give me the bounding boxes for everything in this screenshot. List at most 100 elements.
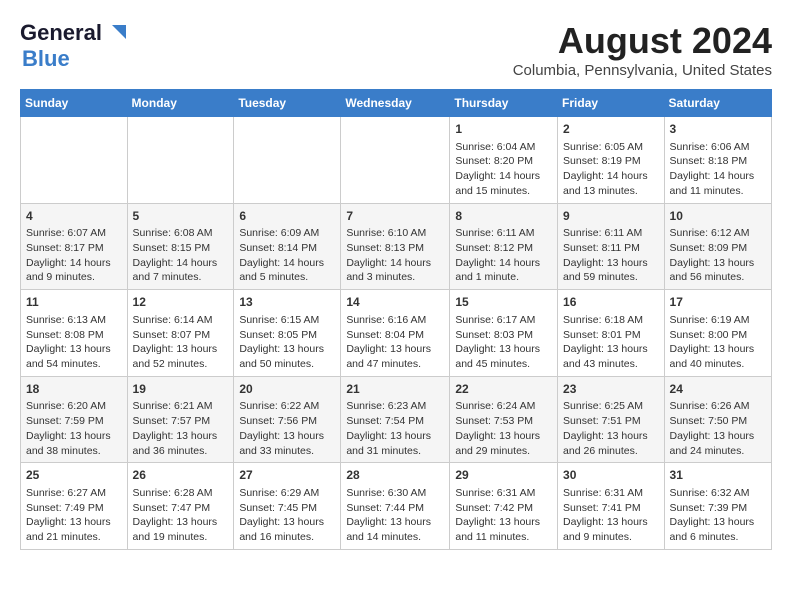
day-info: Sunset: 7:42 PM <box>455 501 552 516</box>
location-subtitle: Columbia, Pennsylvania, United States <box>513 62 772 79</box>
calendar-cell: 12Sunrise: 6:14 AMSunset: 8:07 PMDayligh… <box>127 290 234 377</box>
day-info: Sunrise: 6:07 AM <box>26 226 122 241</box>
calendar-cell: 25Sunrise: 6:27 AMSunset: 7:49 PMDayligh… <box>21 463 128 550</box>
logo-blue-text: Blue <box>22 46 70 71</box>
day-info: Sunrise: 6:22 AM <box>239 399 335 414</box>
calendar-cell: 27Sunrise: 6:29 AMSunset: 7:45 PMDayligh… <box>234 463 341 550</box>
day-number: 19 <box>133 381 229 398</box>
day-info: Sunset: 7:41 PM <box>563 501 659 516</box>
day-info: Sunrise: 6:28 AM <box>133 486 229 501</box>
day-number: 1 <box>455 121 552 138</box>
calendar-cell <box>21 117 128 204</box>
day-info: Daylight: 13 hours and 29 minutes. <box>455 429 552 458</box>
calendar-cell: 5Sunrise: 6:08 AMSunset: 8:15 PMDaylight… <box>127 203 234 290</box>
day-info: Sunrise: 6:11 AM <box>455 226 552 241</box>
day-number: 21 <box>346 381 444 398</box>
day-number: 29 <box>455 467 552 484</box>
day-info: Daylight: 13 hours and 19 minutes. <box>133 515 229 544</box>
day-info: Daylight: 14 hours and 5 minutes. <box>239 256 335 285</box>
calendar-cell: 29Sunrise: 6:31 AMSunset: 7:42 PMDayligh… <box>450 463 558 550</box>
day-info: Sunset: 8:09 PM <box>670 241 766 256</box>
calendar-cell: 16Sunrise: 6:18 AMSunset: 8:01 PMDayligh… <box>558 290 665 377</box>
day-number: 12 <box>133 294 229 311</box>
day-info: Sunrise: 6:13 AM <box>26 313 122 328</box>
day-info: Sunrise: 6:05 AM <box>563 140 659 155</box>
day-info: Daylight: 14 hours and 11 minutes. <box>670 169 766 198</box>
day-info: Daylight: 13 hours and 24 minutes. <box>670 429 766 458</box>
day-info: Sunrise: 6:23 AM <box>346 399 444 414</box>
day-info: Sunset: 8:14 PM <box>239 241 335 256</box>
day-info: Sunrise: 6:17 AM <box>455 313 552 328</box>
calendar-cell <box>127 117 234 204</box>
day-number: 28 <box>346 467 444 484</box>
calendar-cell: 14Sunrise: 6:16 AMSunset: 8:04 PMDayligh… <box>341 290 450 377</box>
day-info: Sunset: 7:54 PM <box>346 414 444 429</box>
day-info: Sunrise: 6:31 AM <box>563 486 659 501</box>
day-info: Sunrise: 6:19 AM <box>670 313 766 328</box>
day-info: Daylight: 13 hours and 31 minutes. <box>346 429 444 458</box>
day-number: 6 <box>239 208 335 225</box>
calendar-cell: 1Sunrise: 6:04 AMSunset: 8:20 PMDaylight… <box>450 117 558 204</box>
calendar-cell: 31Sunrise: 6:32 AMSunset: 7:39 PMDayligh… <box>664 463 771 550</box>
day-info: Daylight: 14 hours and 13 minutes. <box>563 169 659 198</box>
month-year-title: August 2024 <box>513 20 772 62</box>
day-number: 2 <box>563 121 659 138</box>
day-number: 25 <box>26 467 122 484</box>
day-info: Sunrise: 6:15 AM <box>239 313 335 328</box>
calendar-cell <box>234 117 341 204</box>
calendar-cell: 23Sunrise: 6:25 AMSunset: 7:51 PMDayligh… <box>558 376 665 463</box>
calendar-cell: 18Sunrise: 6:20 AMSunset: 7:59 PMDayligh… <box>21 376 128 463</box>
col-header-sunday: Sunday <box>21 90 128 117</box>
day-info: Sunrise: 6:25 AM <box>563 399 659 414</box>
calendar-cell: 21Sunrise: 6:23 AMSunset: 7:54 PMDayligh… <box>341 376 450 463</box>
day-info: Sunset: 8:17 PM <box>26 241 122 256</box>
calendar-cell: 10Sunrise: 6:12 AMSunset: 8:09 PMDayligh… <box>664 203 771 290</box>
calendar-cell: 24Sunrise: 6:26 AMSunset: 7:50 PMDayligh… <box>664 376 771 463</box>
calendar-cell: 6Sunrise: 6:09 AMSunset: 8:14 PMDaylight… <box>234 203 341 290</box>
day-info: Sunrise: 6:18 AM <box>563 313 659 328</box>
day-info: Sunrise: 6:04 AM <box>455 140 552 155</box>
calendar-week-row: 1Sunrise: 6:04 AMSunset: 8:20 PMDaylight… <box>21 117 772 204</box>
day-info: Sunset: 8:19 PM <box>563 154 659 169</box>
day-info: Daylight: 14 hours and 7 minutes. <box>133 256 229 285</box>
day-number: 10 <box>670 208 766 225</box>
day-number: 20 <box>239 381 335 398</box>
day-info: Sunrise: 6:32 AM <box>670 486 766 501</box>
col-header-monday: Monday <box>127 90 234 117</box>
calendar-cell: 15Sunrise: 6:17 AMSunset: 8:03 PMDayligh… <box>450 290 558 377</box>
day-number: 13 <box>239 294 335 311</box>
day-number: 14 <box>346 294 444 311</box>
day-info: Daylight: 14 hours and 15 minutes. <box>455 169 552 198</box>
calendar-cell: 19Sunrise: 6:21 AMSunset: 7:57 PMDayligh… <box>127 376 234 463</box>
day-info: Daylight: 13 hours and 9 minutes. <box>563 515 659 544</box>
day-info: Daylight: 13 hours and 52 minutes. <box>133 342 229 371</box>
col-header-wednesday: Wednesday <box>341 90 450 117</box>
calendar-cell: 22Sunrise: 6:24 AMSunset: 7:53 PMDayligh… <box>450 376 558 463</box>
day-info: Sunset: 7:59 PM <box>26 414 122 429</box>
day-number: 7 <box>346 208 444 225</box>
day-info: Sunset: 7:53 PM <box>455 414 552 429</box>
calendar-cell: 26Sunrise: 6:28 AMSunset: 7:47 PMDayligh… <box>127 463 234 550</box>
day-info: Sunrise: 6:10 AM <box>346 226 444 241</box>
day-info: Sunset: 8:05 PM <box>239 328 335 343</box>
calendar-cell: 9Sunrise: 6:11 AMSunset: 8:11 PMDaylight… <box>558 203 665 290</box>
day-info: Sunset: 8:11 PM <box>563 241 659 256</box>
logo-general-text: General <box>20 20 102 46</box>
calendar-cell: 7Sunrise: 6:10 AMSunset: 8:13 PMDaylight… <box>341 203 450 290</box>
day-info: Sunrise: 6:21 AM <box>133 399 229 414</box>
day-number: 22 <box>455 381 552 398</box>
day-info: Sunrise: 6:09 AM <box>239 226 335 241</box>
day-number: 17 <box>670 294 766 311</box>
day-info: Daylight: 13 hours and 26 minutes. <box>563 429 659 458</box>
day-number: 3 <box>670 121 766 138</box>
day-info: Sunset: 7:50 PM <box>670 414 766 429</box>
day-number: 9 <box>563 208 659 225</box>
day-info: Sunrise: 6:20 AM <box>26 399 122 414</box>
calendar-week-row: 4Sunrise: 6:07 AMSunset: 8:17 PMDaylight… <box>21 203 772 290</box>
calendar-table: SundayMondayTuesdayWednesdayThursdayFrid… <box>20 89 772 550</box>
day-number: 30 <box>563 467 659 484</box>
day-info: Daylight: 13 hours and 45 minutes. <box>455 342 552 371</box>
day-number: 11 <box>26 294 122 311</box>
page-header: General Blue August 2024 Columbia, Penns… <box>20 20 772 79</box>
day-info: Daylight: 13 hours and 36 minutes. <box>133 429 229 458</box>
